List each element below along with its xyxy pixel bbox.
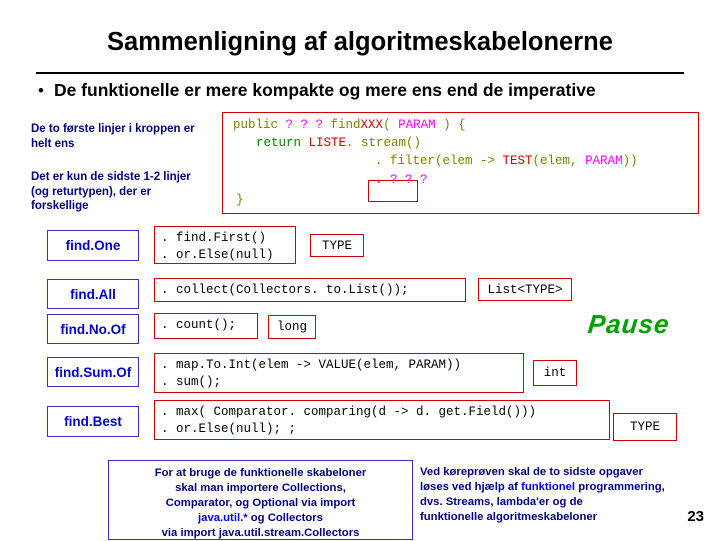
bullet-marker: • xyxy=(38,81,44,100)
import-javautil: java.util.* xyxy=(198,512,248,525)
code-line-return: return LISTE. stream() xyxy=(256,135,421,152)
row-snippet-findone: . find.First() . or.Else(null) xyxy=(154,226,296,264)
row-name-findsumof[interactable]: find.Sum.Of xyxy=(47,357,139,387)
row-name-findall[interactable]: find.All xyxy=(47,279,139,309)
code-stream: . stream() xyxy=(346,136,422,150)
bullet-row: • De funktionelle er mere kompakte og me… xyxy=(38,80,698,101)
row-type-findbest: TYPE xyxy=(613,413,677,441)
slide-root: Sammenligning af algoritmeskabelonerne •… xyxy=(0,0,720,540)
bottom-note-line2: skal man importere Collections, xyxy=(175,482,346,495)
code-placeholder-returntype: ? ? ? xyxy=(285,118,324,132)
code-paren-close: ) { xyxy=(435,118,466,132)
exam-line2a: løses ved hjælp af xyxy=(420,481,522,494)
bottom-note-line5: via import java.util.stream.Collectors xyxy=(161,527,360,540)
exam-line1: Ved køreprøven skal de to sidste opgaver xyxy=(420,466,643,478)
note-first-lines: De to første linjer i kroppen er helt en… xyxy=(31,123,195,150)
code-test: TEST xyxy=(502,154,533,168)
code-filter: . filter(elem -> xyxy=(375,154,503,168)
code-paren-open: ( xyxy=(383,118,399,132)
exam-line4: funktionelle algoritmeskabeloner xyxy=(420,511,598,524)
row-type-findsumof: int xyxy=(533,360,577,386)
row-name-findbest[interactable]: find.Best xyxy=(47,406,139,437)
code-test-args: (elem, xyxy=(532,154,586,168)
bottom-note-line3: Comparator, og Optional via import xyxy=(113,496,408,511)
code-xxx: XXX xyxy=(360,118,384,132)
row-snippet-findsumof: . map.To.Int(elem -> VALUE(elem, PARAM))… xyxy=(154,353,524,393)
title-divider xyxy=(36,72,684,74)
row-snippet-findall: . collect(Collectors. to.List()); xyxy=(154,278,466,302)
page-title: Sammenligning af algoritmeskabelonerne xyxy=(107,28,613,56)
note-last-lines: Det er kun de sidste 1-2 linjer (og retu… xyxy=(31,171,191,213)
bottom-note-line3-text: Comparator, og Optional via import xyxy=(165,497,356,510)
code-line-placeholder: . ? ? ? xyxy=(375,172,428,189)
pause-label: Pause xyxy=(586,309,672,339)
exam-funktionel: funktionel xyxy=(521,481,576,494)
bottom-note-line1: For at bruge de funktionelle skabeloner xyxy=(154,467,367,479)
exam-line3: dvs. Streams, lambda'er og de xyxy=(420,496,583,509)
code-qqq: . ? ? ? xyxy=(375,173,428,187)
code-param2: PARAM xyxy=(585,154,623,168)
row-type-findone: TYPE xyxy=(310,234,364,257)
code-line-filter: . filter(elem -> TEST(elem, PARAM)) xyxy=(375,153,638,170)
bottom-note-exam: Ved køreprøven skal de to sidste opgaver… xyxy=(420,460,705,540)
bottom-note-imports: For at bruge de funktionelle skabeloner … xyxy=(108,460,413,540)
row-snippet-findbest: . max( Comparator. comparing(d -> d. get… xyxy=(154,400,610,440)
row-snippet-findnoof: . count(); xyxy=(154,313,258,339)
row-type-findnoof: long xyxy=(268,315,316,339)
exam-line2: løses ved hjælp af funktionel programmer… xyxy=(420,480,701,495)
code-find: find xyxy=(323,118,361,132)
page-number: 23 xyxy=(687,508,704,525)
code-line-close-brace: } xyxy=(236,192,244,209)
row-name-findone[interactable]: find.One xyxy=(47,230,139,261)
code-keyword-return: return xyxy=(256,136,309,150)
row-name-findnoof[interactable]: find.No.Of xyxy=(47,314,139,344)
code-filter-end: )) xyxy=(622,154,638,168)
bullet-text: De funktionelle er mere kompakte og mere… xyxy=(53,80,596,100)
code-keyword-public: public xyxy=(233,118,286,132)
code-liste: LISTE xyxy=(308,136,347,150)
code-param: PARAM xyxy=(398,118,436,132)
row-type-findall: List<TYPE> xyxy=(478,278,572,301)
bottom-note-line4-rest: og Collectors xyxy=(247,512,323,525)
exam-line2c: programmering, xyxy=(575,481,665,494)
code-brace: } xyxy=(236,193,244,207)
code-line-signature: public ? ? ? findXXX( PARAM ) { xyxy=(233,117,466,134)
bottom-note-line4: java.util.* og Collectors xyxy=(113,511,408,526)
